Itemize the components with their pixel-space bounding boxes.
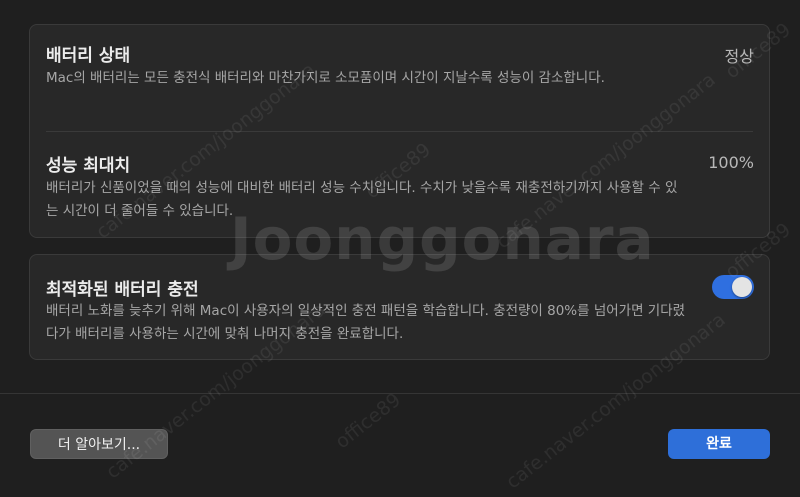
watermark-tag: office89 [331, 388, 405, 454]
battery-health-value: 정상 [724, 47, 754, 66]
optimized-charging-toggle[interactable] [712, 275, 754, 299]
battery-info-card: 배터리 상태 정상 Mac의 배터리는 모든 충전식 배터리와 마찬가지로 소모… [29, 24, 770, 238]
done-button[interactable]: 완료 [668, 429, 770, 459]
max-capacity-value: 100% [708, 153, 754, 172]
optimized-charging-title: 최적화된 배터리 충전 [46, 280, 199, 300]
max-capacity-title: 성능 최대치 [46, 156, 131, 176]
learn-more-button[interactable]: 더 알아보기... [30, 429, 168, 459]
optimized-charging-description: 배터리 노화를 늦추기 위해 Mac이 사용자의 일상적인 충전 패턴을 학습합… [46, 303, 686, 342]
optimized-charging-card: 최적화된 배터리 충전 배터리 노화를 늦추기 위해 Mac이 사용자의 일상적… [29, 254, 770, 360]
battery-health-title: 배터리 상태 [46, 46, 131, 66]
battery-health-description: Mac의 배터리는 모든 충전식 배터리와 마찬가지로 소모품이며 시간이 지날… [46, 70, 605, 86]
max-capacity-description: 배터리가 신품이었을 때의 성능에 대비한 배터리 성능 수치입니다. 수치가 … [46, 180, 678, 219]
section-divider [46, 131, 753, 132]
toggle-knob [732, 277, 752, 297]
footer-divider [0, 393, 800, 394]
